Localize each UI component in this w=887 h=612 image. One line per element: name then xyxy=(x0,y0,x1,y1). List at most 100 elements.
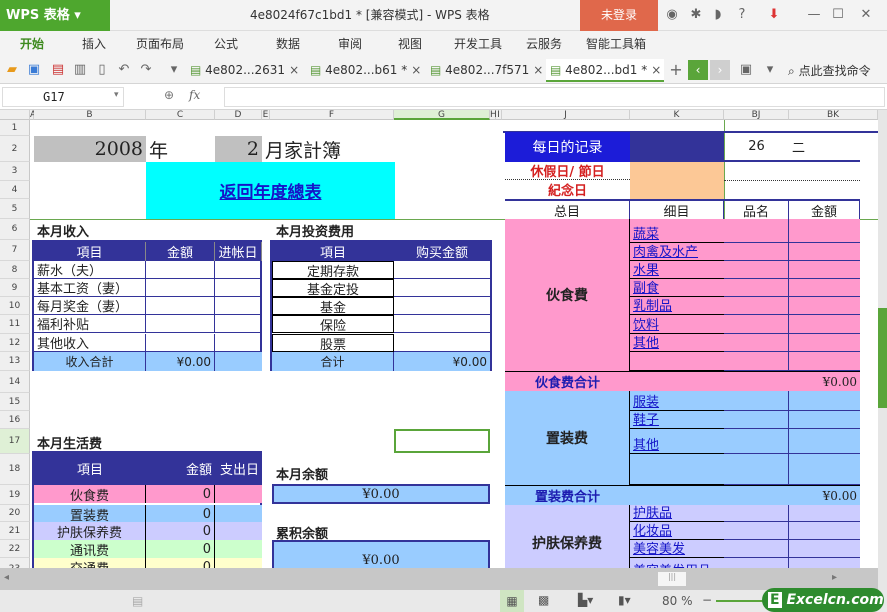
row-header[interactable]: 11 xyxy=(0,315,30,334)
item-name-cell[interactable] xyxy=(724,454,789,485)
investment-item[interactable]: 保险 xyxy=(272,315,394,333)
row-header[interactable]: 21 xyxy=(0,522,30,540)
living-date-cell[interactable] xyxy=(215,505,262,523)
menu-tab-1[interactable]: 插入 xyxy=(82,31,106,57)
selected-cell-g17[interactable] xyxy=(394,429,490,453)
close-tab-icon[interactable]: × xyxy=(289,63,299,77)
skincare-subitem[interactable]: 美容美发用品 xyxy=(630,558,724,568)
menu-tab-5[interactable]: 审阅 xyxy=(338,31,362,57)
item-amount-cell[interactable] xyxy=(789,429,860,454)
formula-input[interactable] xyxy=(224,87,885,107)
column-header[interactable]: K xyxy=(630,110,724,120)
clothing-subitem[interactable] xyxy=(630,454,724,485)
sheet-side-panel-toggle[interactable] xyxy=(878,308,887,408)
eye-protection-icon[interactable]: ▮▾ xyxy=(618,593,631,607)
item-amount-cell[interactable] xyxy=(789,219,860,243)
clothing-subitem[interactable]: 鞋子 xyxy=(630,411,724,429)
name-box-dropdown-icon[interactable]: ▾ xyxy=(114,90,119,100)
document-tab[interactable]: ▤ 4e802...2631 × xyxy=(186,59,304,82)
income-item[interactable]: 薪水（夫） xyxy=(34,261,146,279)
investment-item[interactable]: 股票 xyxy=(272,334,394,352)
undo-icon[interactable]: ↶ xyxy=(116,62,132,78)
help-icon[interactable]: ? xyxy=(734,7,750,23)
income-item[interactable]: 福利补贴 xyxy=(34,315,146,333)
column-header[interactable]: BK xyxy=(789,110,878,120)
document-tab[interactable]: ▤ 4e802...7f571 × xyxy=(426,59,544,82)
row-header[interactable]: 12 xyxy=(0,334,30,352)
column-header[interactable]: BJ xyxy=(724,110,789,120)
income-item[interactable]: 其他收入 xyxy=(34,334,146,352)
skincare-subitem[interactable]: 美容美发 xyxy=(630,540,724,558)
row-header[interactable]: 20 xyxy=(0,505,30,522)
income-date-cell[interactable] xyxy=(215,261,262,279)
holiday-input-cell[interactable] xyxy=(630,162,724,199)
normal-view-icon[interactable]: ▦ xyxy=(500,590,524,612)
column-header[interactable]: C xyxy=(146,110,215,120)
row-header[interactable]: 10 xyxy=(0,297,30,315)
income-amount-cell[interactable] xyxy=(146,261,215,279)
income-date-cell[interactable] xyxy=(215,334,262,352)
item-name-cell[interactable] xyxy=(724,315,789,334)
sheet-list-icon[interactable]: ▤ xyxy=(132,594,143,608)
month-cell[interactable]: 2 xyxy=(215,136,262,162)
name-box[interactable]: G17 xyxy=(2,87,124,107)
menu-tab-7[interactable]: 开发工具 xyxy=(454,31,502,57)
row-header[interactable]: 6 xyxy=(0,219,30,240)
item-amount-cell[interactable] xyxy=(789,411,860,429)
investment-item[interactable]: 定期存款 xyxy=(272,261,394,279)
item-name-cell[interactable] xyxy=(724,243,789,261)
document-tab[interactable]: ▤ 4e802...b61 * × xyxy=(306,59,424,82)
food-subitem[interactable]: 肉禽及水产 xyxy=(630,243,724,261)
item-name-cell[interactable] xyxy=(724,391,789,411)
item-amount-cell[interactable] xyxy=(789,315,860,334)
maximize-icon[interactable]: ☐ xyxy=(830,7,846,23)
food-subitem[interactable]: 乳制品 xyxy=(630,297,724,315)
food-subitem[interactable]: 蔬菜 xyxy=(630,219,724,243)
row-header[interactable]: 2 xyxy=(0,136,30,162)
item-name-cell[interactable] xyxy=(724,429,789,454)
item-amount-cell[interactable] xyxy=(789,297,860,315)
investment-item[interactable]: 基金 xyxy=(272,297,394,315)
menu-tab-3[interactable]: 公式 xyxy=(214,31,238,57)
income-amount-cell[interactable] xyxy=(146,334,215,352)
weekday-cell[interactable]: 二 xyxy=(789,132,860,162)
scroll-right-icon[interactable]: ▸ xyxy=(832,572,837,583)
investment-amount-cell[interactable] xyxy=(394,279,490,297)
row-header[interactable]: 3 xyxy=(0,162,30,181)
skincare-subitem[interactable]: 护肤品 xyxy=(630,505,724,522)
item-amount-cell[interactable] xyxy=(789,454,860,485)
food-subitem[interactable] xyxy=(630,352,724,371)
close-icon[interactable]: ✕ xyxy=(858,7,874,23)
item-name-cell[interactable] xyxy=(724,558,789,568)
vertical-scrollbar[interactable] xyxy=(878,110,887,590)
tab-prev-icon[interactable]: ‹ xyxy=(688,60,708,80)
income-amount-cell[interactable] xyxy=(146,315,215,333)
year-cell[interactable]: 2008 xyxy=(34,136,146,162)
item-amount-cell[interactable] xyxy=(789,505,860,522)
menu-tab-4[interactable]: 数据 xyxy=(276,31,300,57)
item-name-cell[interactable] xyxy=(724,219,789,243)
row-header[interactable]: 22 xyxy=(0,540,30,558)
pdf-icon[interactable]: ▤ xyxy=(50,62,66,78)
item-amount-cell[interactable] xyxy=(789,334,860,352)
select-all-corner[interactable] xyxy=(0,110,30,120)
document-tab[interactable]: ▤ 4e802...bd1 * × xyxy=(546,59,664,82)
menu-tab-2[interactable]: 页面布局 xyxy=(136,31,184,57)
download-icon[interactable]: ⬇ xyxy=(766,7,782,23)
living-date-cell[interactable] xyxy=(215,540,262,558)
row-header[interactable]: 14 xyxy=(0,371,30,393)
income-date-cell[interactable] xyxy=(215,315,262,333)
back-to-annual-link[interactable]: 返回年度總表 xyxy=(146,162,395,219)
row-header[interactable]: 8 xyxy=(0,261,30,279)
print-icon[interactable]: ▥ xyxy=(72,62,88,78)
zoom-formula-icon[interactable]: ⊕ xyxy=(164,88,174,102)
menu-tab-6[interactable]: 视图 xyxy=(398,31,422,57)
item-name-cell[interactable] xyxy=(724,297,789,315)
investment-amount-cell[interactable] xyxy=(394,334,490,352)
new-tab-icon[interactable]: + xyxy=(668,62,684,78)
zoom-out-icon[interactable]: − xyxy=(702,593,712,607)
income-amount-cell[interactable] xyxy=(146,297,215,315)
zoom-level[interactable]: 80 % xyxy=(662,594,693,608)
row-header[interactable]: 16 xyxy=(0,411,30,429)
income-item[interactable]: 每月奖金（妻） xyxy=(34,297,146,315)
